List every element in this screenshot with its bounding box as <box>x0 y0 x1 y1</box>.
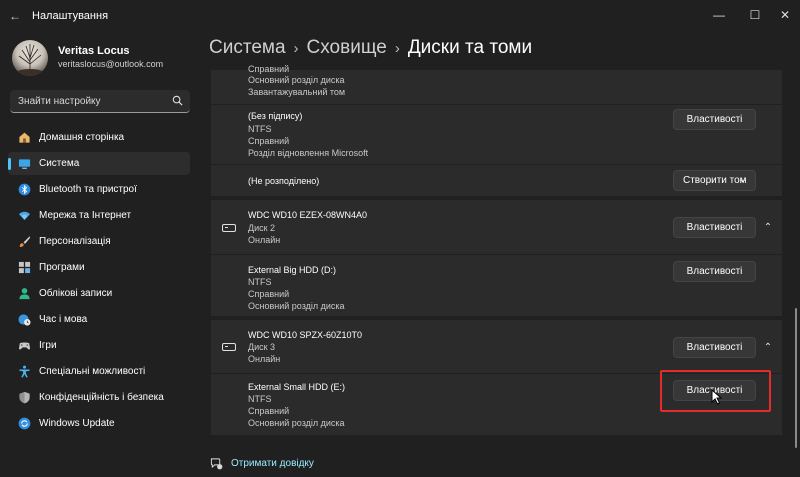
disk-header-disk2[interactable]: WDC WD10 EZEX-08WN4A0 Диск 2 Онлайн Влас… <box>211 200 782 254</box>
sidebar-item-time-language[interactable]: Час і мова <box>8 308 190 331</box>
home-icon <box>19 132 30 143</box>
properties-button[interactable]: Властивості <box>673 337 756 358</box>
breadcrumb: Система › Сховище › Диски та томи <box>209 37 532 59</box>
volume-fs: NTFS <box>248 124 272 134</box>
get-help-link[interactable]: Отримати довідку <box>231 458 314 469</box>
sidebar-item-apps[interactable]: Програми <box>8 256 190 279</box>
sidebar-item-accessibility[interactable]: Спеціальні можливості <box>8 360 190 383</box>
breadcrumb-storage[interactable]: Сховище <box>307 37 387 58</box>
disk-number: Диск 3 <box>248 342 276 352</box>
volume-type: Основний розділ диска <box>248 301 345 311</box>
sidebar-item-label: Система <box>39 158 80 169</box>
brush-icon <box>19 236 31 247</box>
gamepad-icon <box>18 342 31 350</box>
hard-drive-icon <box>222 343 236 351</box>
volume-type: Основний розділ диска <box>248 75 345 85</box>
search-placeholder: Знайти настройку <box>18 96 101 107</box>
sidebar-item-accounts[interactable]: Облікові записи <box>8 282 190 305</box>
apps-icon <box>18 261 31 274</box>
properties-button[interactable]: Властивості <box>673 217 756 238</box>
help-icon <box>210 458 223 470</box>
title-bar: ← Налаштування — ☐ ✕ <box>0 0 800 32</box>
breadcrumb-system[interactable]: Система <box>209 37 286 58</box>
chevron-right-icon: › <box>293 40 299 57</box>
volume-type: Розділ відновлення Microsoft <box>248 148 369 158</box>
user-name: Veritas Locus <box>58 45 130 57</box>
search-icon <box>172 95 183 106</box>
back-icon[interactable]: ← <box>8 9 22 23</box>
update-icon <box>18 417 31 430</box>
sidebar-item-system[interactable]: Система <box>8 152 190 175</box>
volume-title: External Small HDD (E:) <box>248 382 346 392</box>
user-email: veritaslocus@outlook.com <box>58 59 164 69</box>
maximize-button[interactable]: ☐ <box>740 4 770 26</box>
volume-row[interactable]: External Big HDD (D:) NTFS Справний Осно… <box>211 255 782 316</box>
sidebar-item-home[interactable]: Домашня сторінка <box>8 126 190 149</box>
sidebar-item-label: Конфіденційність і безпека <box>39 392 164 403</box>
volume-role: Завантажувальний том <box>248 87 346 97</box>
disk-header-disk3[interactable]: WDC WD10 SPZX-60Z10T0 Диск 3 Онлайн Влас… <box>211 320 782 373</box>
accessibility-icon <box>19 365 30 378</box>
volume-status: Справний <box>248 289 290 299</box>
create-volume-label: Створити том <box>683 175 747 186</box>
volume-title: (Без підпису) <box>248 111 303 121</box>
disk-volume-group: Справний Основний розділ диска Завантажу… <box>211 64 782 196</box>
volume-row[interactable]: (Без підпису) NTFS Справний Розділ відно… <box>211 105 782 164</box>
page-title: Диски та томи <box>407 37 533 58</box>
properties-button[interactable]: Властивості <box>673 109 756 130</box>
sidebar-item-label: Час і мова <box>39 314 88 325</box>
avatar[interactable] <box>12 40 48 76</box>
sidebar-item-label: Спеціальні можливості <box>39 366 146 377</box>
search-input[interactable]: Знайти настройку <box>10 90 190 113</box>
mouse-cursor-icon <box>711 389 723 405</box>
window-title: Налаштування <box>32 10 109 22</box>
sidebar-item-gaming[interactable]: Ігри <box>8 334 190 357</box>
volume-status: Справний <box>248 136 290 146</box>
disk-name: WDC WD10 EZEX-08WN4A0 <box>248 210 368 220</box>
volume-title: External Big HDD (D:) <box>248 265 337 275</box>
sidebar-item-privacy[interactable]: Конфіденційність і безпека <box>8 386 190 409</box>
chevron-right-icon: › <box>394 40 400 57</box>
globe-clock-icon <box>18 314 31 326</box>
minimize-button[interactable]: — <box>704 4 734 26</box>
disk-state: Онлайн <box>248 354 281 364</box>
sidebar-item-label: Ігри <box>39 340 57 351</box>
sidebar-item-network[interactable]: Мережа та Інтернет <box>8 204 190 227</box>
sidebar-item-label: Персоналізація <box>39 236 111 247</box>
sidebar-item-label: Bluetooth та пристрої <box>39 184 137 195</box>
sidebar-item-label: Програми <box>39 262 85 273</box>
volume-fs: NTFS <box>248 394 272 404</box>
bluetooth-icon <box>18 183 31 196</box>
sidebar-item-bluetooth[interactable]: Bluetooth та пристрої <box>8 178 190 201</box>
sidebar-item-personalization[interactable]: Персоналізація <box>8 230 190 253</box>
sidebar-item-label: Домашня сторінка <box>39 132 125 143</box>
chevron-up-icon[interactable]: ⌃ <box>761 221 775 235</box>
volume-fs: NTFS <box>248 277 272 287</box>
properties-button[interactable]: Властивості <box>673 261 756 282</box>
scrollbar[interactable] <box>795 308 797 448</box>
volume-status: Справний <box>248 406 290 416</box>
chevron-up-icon[interactable]: ⌃ <box>761 341 775 355</box>
sidebar-item-label: Мережа та Інтернет <box>39 210 132 221</box>
wifi-icon <box>18 211 31 221</box>
volume-type: Основний розділ диска <box>248 418 345 428</box>
create-volume-button[interactable]: Створити том ⌄ <box>673 170 756 191</box>
system-icon <box>18 159 31 169</box>
unallocated-row[interactable]: (Не розподілено) Створити том ⌄ <box>211 165 782 196</box>
disk-name: WDC WD10 SPZX-60Z10T0 <box>248 330 363 340</box>
chevron-down-icon: ⌄ <box>738 174 747 185</box>
sidebar-item-label: Облікові записи <box>39 288 113 299</box>
disk-state: Онлайн <box>248 235 281 245</box>
account-icon <box>19 288 30 300</box>
unallocated-title: (Не розподілено) <box>248 176 320 186</box>
shield-icon <box>19 391 30 404</box>
sidebar-item-label: Windows Update <box>39 418 115 429</box>
close-button[interactable]: ✕ <box>770 4 800 26</box>
active-indicator <box>8 158 11 170</box>
sidebar-item-windows-update[interactable]: Windows Update <box>8 412 190 435</box>
disk-number: Диск 2 <box>248 223 276 233</box>
hard-drive-icon <box>222 224 236 232</box>
